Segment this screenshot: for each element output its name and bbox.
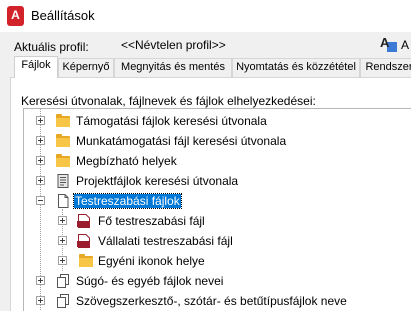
expand-toggle[interactable] [58,236,67,245]
current-profile-value: <<Névtelen profil>> [121,38,226,52]
expand-toggle[interactable] [58,216,67,225]
window-title: Beállítások [31,8,95,23]
expand-toggle[interactable] [36,296,45,305]
folder-icon [78,253,94,269]
title-bar[interactable]: A Beállítások [0,0,411,32]
tab-system[interactable]: Rendszer [360,58,411,77]
folder-icon [55,153,71,169]
tree-item-working-support-search-path[interactable]: Munkatámogatási fájl keresési útvonala [24,131,411,151]
search-paths-heading: Keresési útvonalak, fájlnevek és fájlok … [21,94,316,108]
cuix-file-icon [76,233,92,249]
cuix-file-icon [76,213,92,229]
current-drawing-label: A [401,38,410,52]
tree-item-project-files-search-path[interactable]: Projektfájlok keresési útvonala [24,171,411,191]
collapse-toggle[interactable] [36,196,45,205]
tree-item-label: Munkatámogatási fájl keresési útvonala [76,134,287,148]
tree-item-label: Szövegszerkesztő-, szótár- és betűtípusf… [76,294,347,308]
profile-row: Aktuális profil: <<Névtelen profil>> A A [0,32,411,58]
expand-toggle[interactable] [58,256,67,265]
documents-icon [55,273,71,289]
tree-item-label: Támogatási fájlok keresési útvonala [76,114,267,128]
expand-toggle[interactable] [36,276,45,285]
tab-bar: Fájlok Képernyő Megnyitás és mentés Nyom… [10,56,411,78]
tab-files[interactable]: Fájlok [14,56,58,78]
tree-item-text-editor-dictionary-font-files[interactable]: Szövegszerkesztő-, szótár- és betűtípusf… [24,291,411,311]
tree-item-trusted-locations[interactable]: Megbízható helyek [24,151,411,171]
tree-item-custom-icon-location[interactable]: Egyéni ikonok helye [24,251,411,271]
project-files-icon [55,173,71,189]
documents-icon [55,293,71,309]
expand-toggle[interactable] [36,116,45,125]
tree-item-main-customization-file[interactable]: Fő testreszabási fájl [24,211,411,231]
tree-item-label: Egyéni ikonok helye [98,254,205,268]
tree-item-customization-files[interactable]: Testreszabási fájlok [24,191,411,211]
search-paths-tree[interactable]: Támogatási fájlok keresési útvonala Munk… [23,108,411,311]
tree-item-label: Vállalati testreszabási fájl [98,234,233,248]
tab-display[interactable]: Képernyő [58,58,114,77]
autocad-app-icon: A [7,6,24,26]
drawing-profile-icon: A [380,35,397,52]
expand-toggle[interactable] [36,156,45,165]
tab-open-and-save[interactable]: Megnyitás és mentés [114,58,232,77]
tree-item-label: Súgó- és egyéb fájlok nevei [76,274,224,288]
tree-item-label: Fő testreszabási fájl [98,214,205,228]
tree-item-help-and-misc-file-names[interactable]: Súgó- és egyéb fájlok nevei [24,271,411,291]
tree-item-label: Testreszabási fájlok [73,193,182,209]
tree-item-enterprise-customization-file[interactable]: Vállalati testreszabási fájl [24,231,411,251]
tab-plot-and-publish[interactable]: Nyomtatás és közzététel [232,58,360,77]
expand-toggle[interactable] [36,136,45,145]
folder-icon [55,133,71,149]
tree-item-label: Projektfájlok keresési útvonala [76,174,239,188]
tree-item-label: Megbízható helyek [76,154,177,168]
folder-icon [55,113,71,129]
tree-item-support-search-path[interactable]: Támogatási fájlok keresési útvonala [24,111,411,131]
document-icon [55,193,71,209]
current-profile-label: Aktuális profil: [14,40,89,54]
expand-toggle[interactable] [36,176,45,185]
